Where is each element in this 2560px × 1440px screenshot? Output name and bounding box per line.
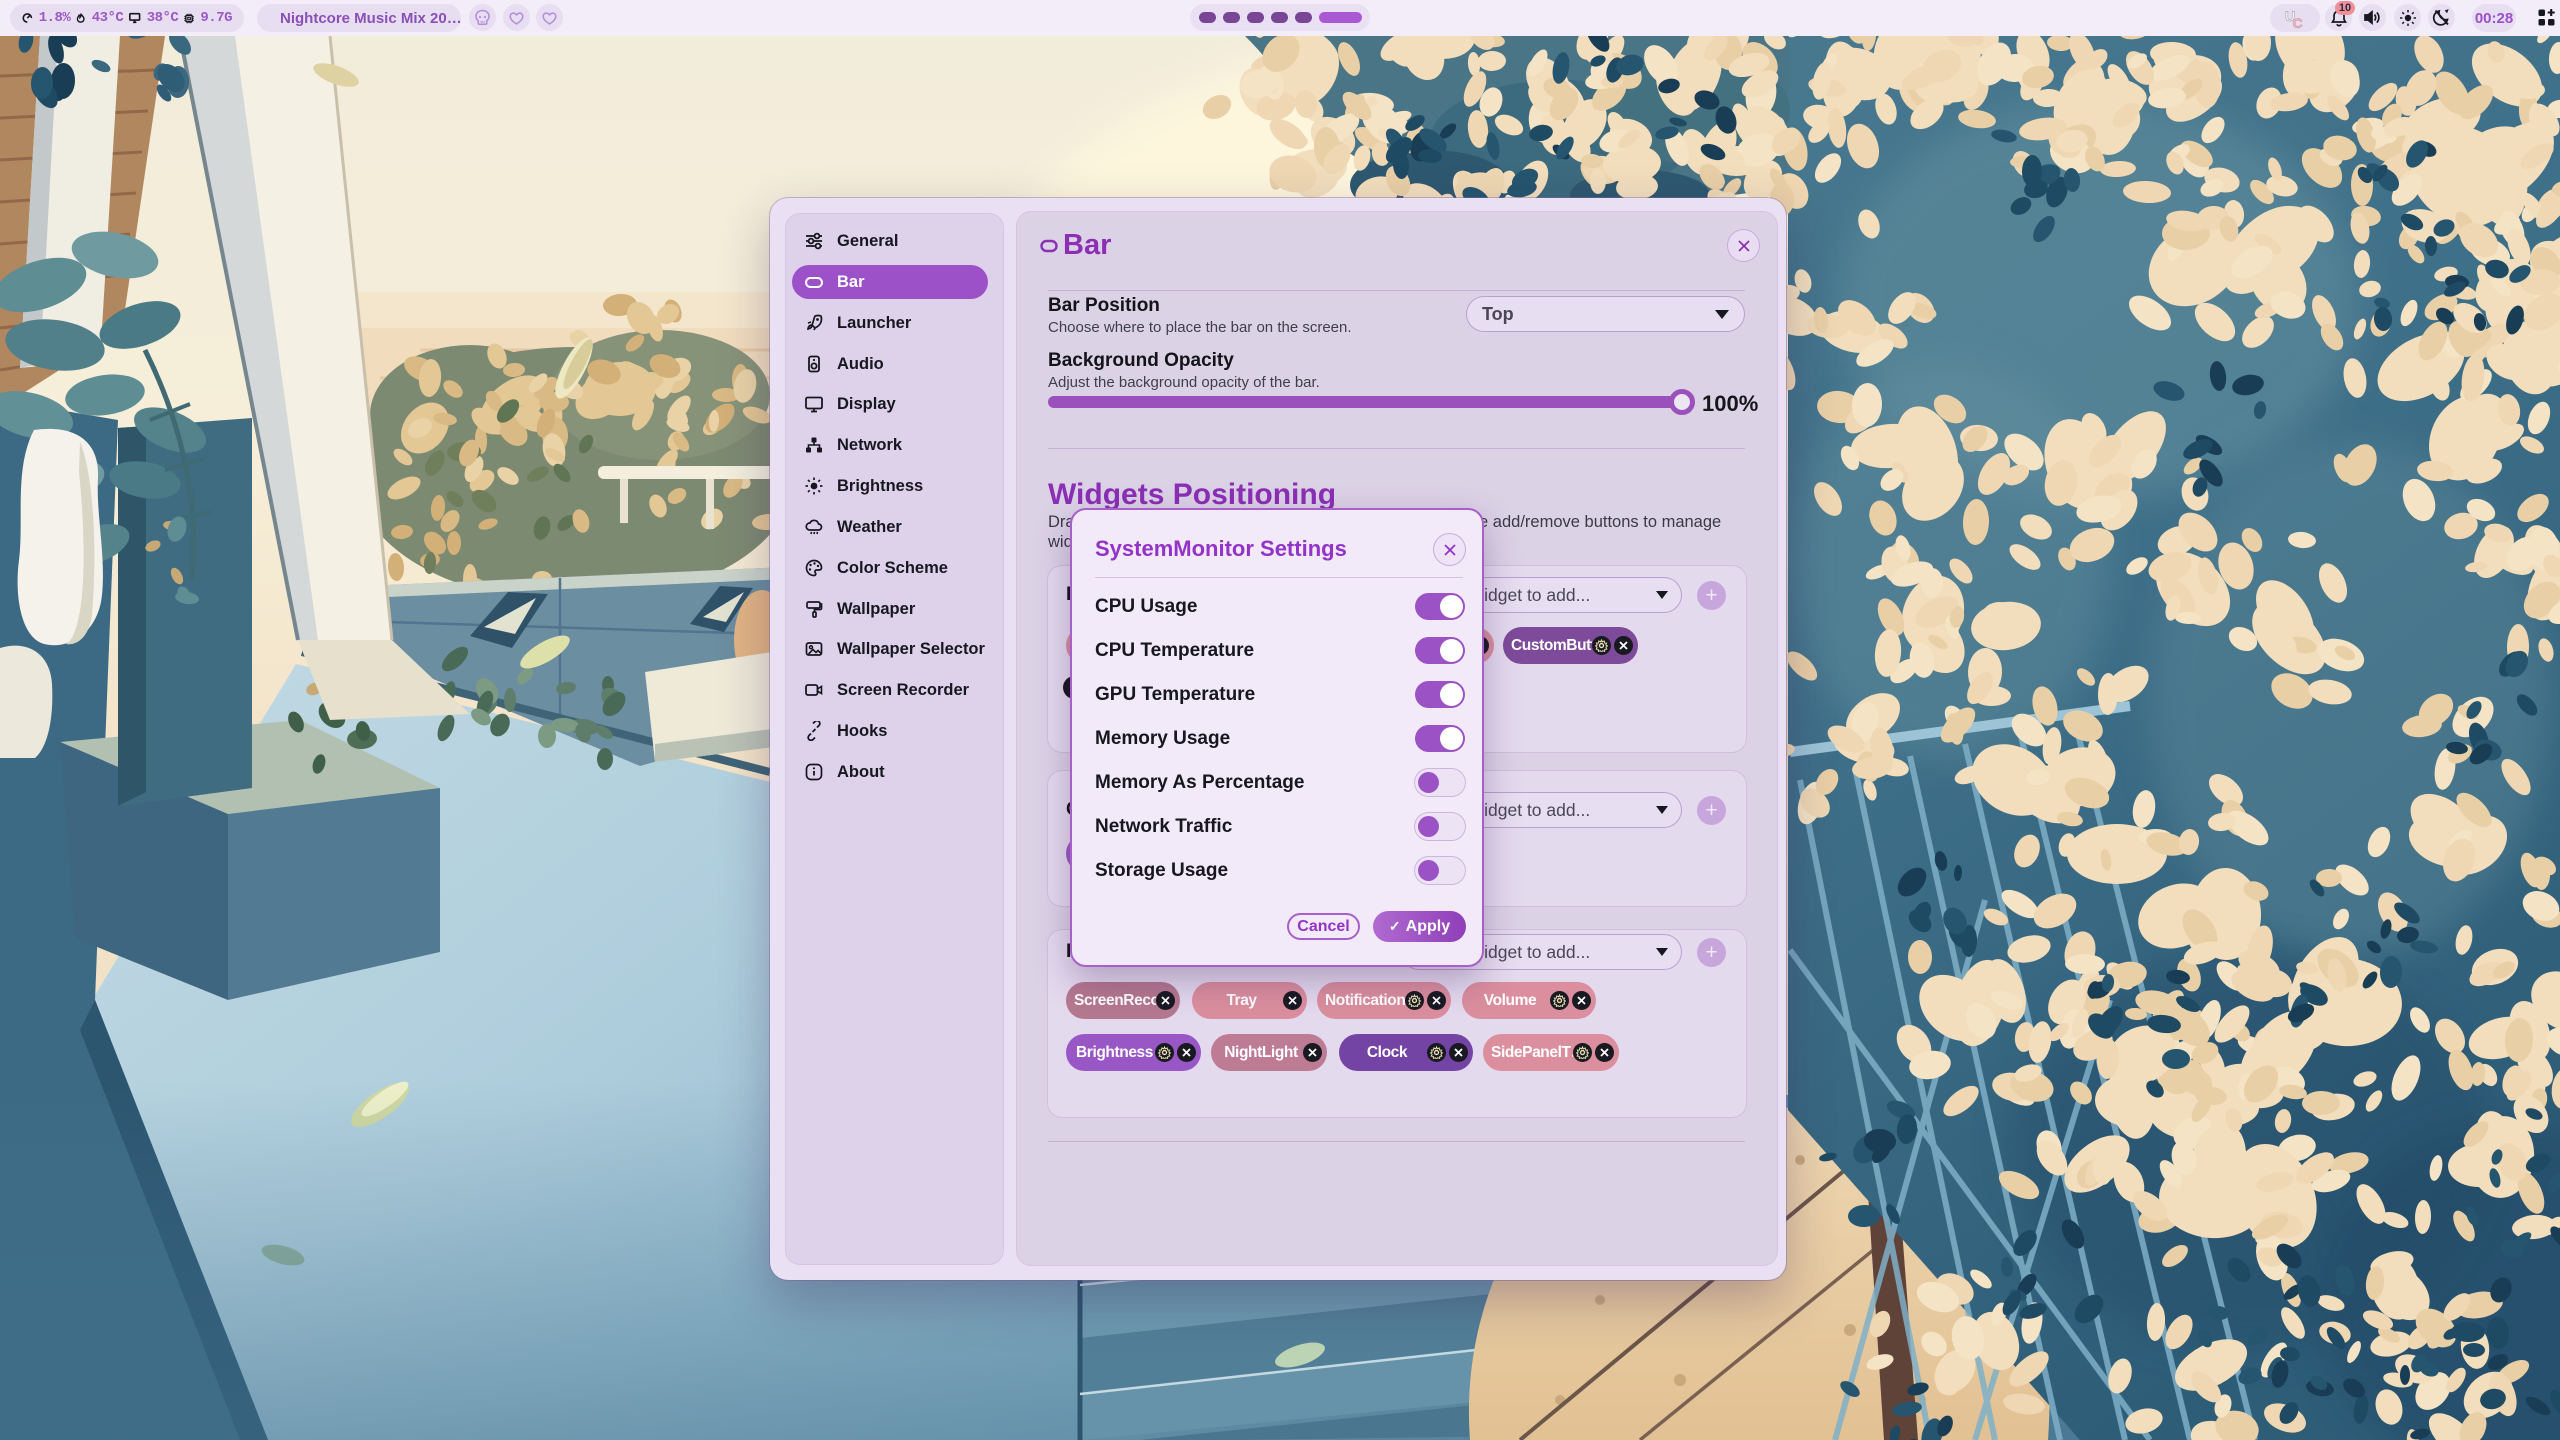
svg-text:C: C — [2293, 15, 2303, 29]
